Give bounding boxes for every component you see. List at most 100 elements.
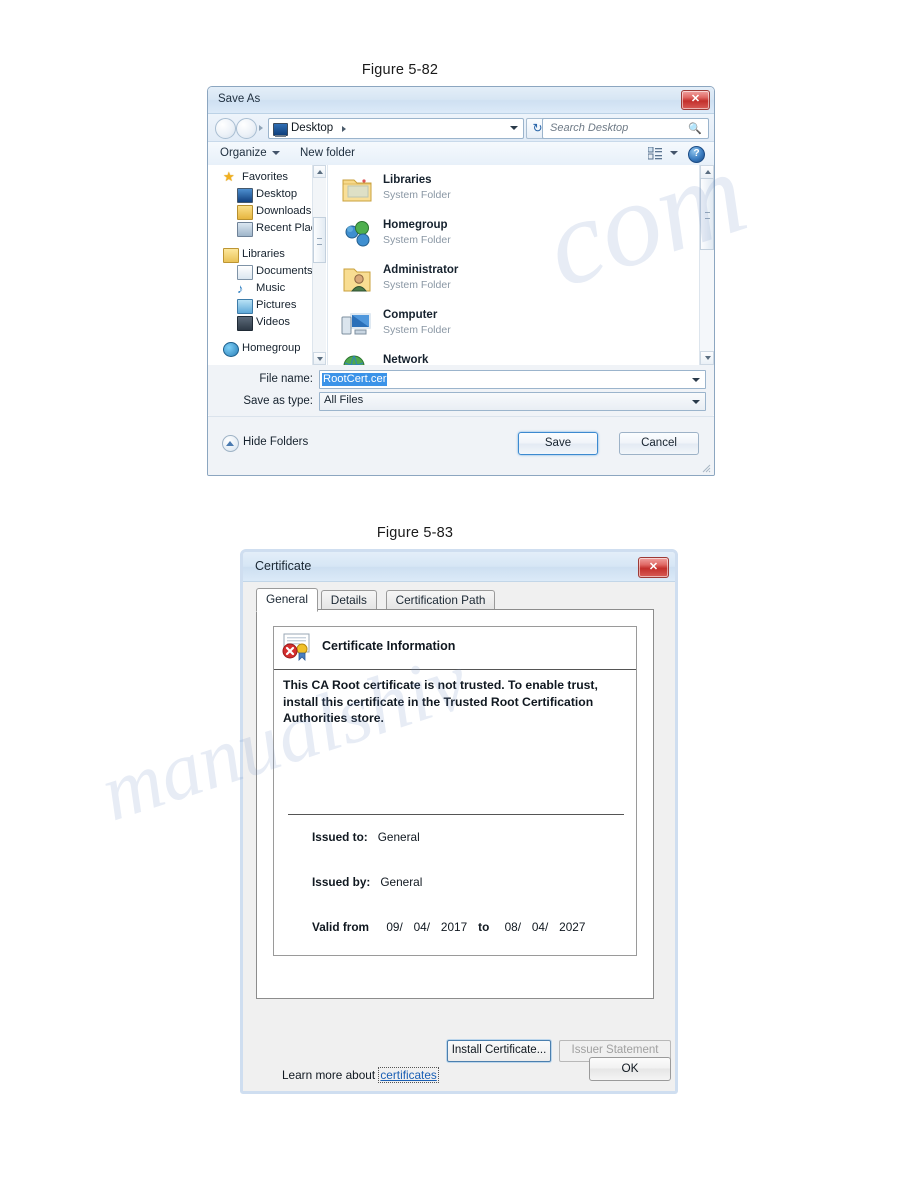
scrollbar-thumb[interactable] bbox=[700, 178, 714, 250]
scrollbar-thumb[interactable] bbox=[313, 217, 326, 263]
breadcrumb-arrow-icon[interactable] bbox=[342, 126, 346, 132]
desktop-icon bbox=[273, 123, 288, 137]
address-chevron-down-icon[interactable] bbox=[510, 126, 518, 130]
file-list: Libraries System Folder Homegroup System Fo… bbox=[328, 168, 714, 365]
forward-button[interactable] bbox=[236, 118, 257, 139]
sidebar-item-desktop[interactable]: Desktop bbox=[208, 186, 326, 203]
tab-label: Details bbox=[330, 593, 367, 607]
sidebar-item-documents[interactable]: Documents bbox=[208, 263, 326, 280]
issued-by-value: General bbox=[380, 875, 423, 889]
divider bbox=[288, 814, 624, 815]
file-list-item[interactable]: Computer System Folder bbox=[328, 303, 714, 348]
ok-button[interactable]: OK bbox=[589, 1057, 671, 1081]
certificate-tabs: General Details Certification Path bbox=[256, 588, 662, 612]
library-folder-icon bbox=[223, 248, 239, 263]
save-button[interactable]: Save bbox=[518, 432, 598, 455]
tab-label: Certification Path bbox=[395, 593, 486, 607]
file-list-scrollbar[interactable] bbox=[699, 165, 714, 365]
sidebar-item-label: Favorites bbox=[242, 171, 289, 183]
valid-from-label: Valid from bbox=[312, 920, 370, 934]
validity-period-field: Valid from 09/ 04/ 2017 to 08/ 04/ 2027 bbox=[312, 920, 593, 934]
sidebar-item-label: Downloads bbox=[256, 205, 312, 217]
scroll-up-arrow-icon[interactable] bbox=[700, 165, 714, 179]
organize-button[interactable]: Organize bbox=[220, 147, 280, 159]
sidebar-item-videos[interactable]: Videos bbox=[208, 314, 326, 331]
save-as-type-label: Save as type: bbox=[243, 395, 313, 407]
file-name-chevron-down-icon[interactable] bbox=[692, 378, 700, 382]
save-as-type-select[interactable]: All Files bbox=[319, 392, 706, 411]
save-as-dialog: Save As ✕ Desktop ↻ Search Desktop 🔍 Org… bbox=[207, 86, 715, 476]
scroll-down-arrow-icon[interactable] bbox=[313, 352, 326, 365]
valid-from-month: 09/ bbox=[386, 920, 403, 934]
close-icon[interactable]: ✕ bbox=[681, 90, 710, 110]
file-item-name: Administrator bbox=[383, 264, 459, 276]
issued-to-value: General bbox=[377, 830, 420, 844]
scroll-down-arrow-icon[interactable] bbox=[700, 351, 714, 365]
sidebar-item-pictures[interactable]: Pictures bbox=[208, 297, 326, 314]
sidebar-item-favorites[interactable]: ★ Favorites bbox=[208, 169, 326, 186]
tab-label: General bbox=[266, 592, 308, 606]
save-as-type-value: All Files bbox=[324, 394, 364, 406]
file-list-item[interactable]: Libraries System Folder bbox=[328, 168, 714, 213]
library-folder-icon bbox=[341, 174, 373, 204]
recent-places-icon bbox=[237, 222, 253, 237]
save-as-titlebar: Save As ✕ bbox=[208, 87, 714, 114]
file-list-item[interactable]: Network bbox=[328, 348, 714, 365]
user-folder-icon bbox=[341, 264, 373, 294]
sidebar-item-recent-places[interactable]: Recent Places bbox=[208, 220, 326, 237]
help-icon[interactable]: ? bbox=[688, 146, 705, 163]
certificate-titlebar: Certificate ✕ bbox=[243, 552, 675, 582]
cancel-button[interactable]: Cancel bbox=[619, 432, 699, 455]
install-certificate-button[interactable]: Install Certificate... bbox=[447, 1040, 551, 1062]
sidebar-item-label: Libraries bbox=[242, 248, 285, 260]
file-name-label: File name: bbox=[259, 373, 313, 385]
figure-5-82-caption: Figure 5-82 bbox=[361, 62, 439, 78]
file-name-value: RootCert.cer bbox=[322, 373, 388, 386]
file-list-item[interactable]: Administrator System Folder bbox=[328, 258, 714, 303]
scroll-up-arrow-icon[interactable] bbox=[313, 165, 326, 178]
save-as-form: File name: RootCert.cer Save as type: Al… bbox=[208, 365, 714, 415]
issued-by-field: Issued by: General bbox=[312, 875, 422, 889]
picture-icon bbox=[237, 299, 253, 314]
sidebar-item-label: Documents bbox=[256, 265, 313, 277]
valid-to-day: 04/ bbox=[531, 920, 549, 934]
tab-certification-path[interactable]: Certification Path bbox=[385, 590, 496, 610]
file-name-input[interactable]: RootCert.cer bbox=[319, 370, 706, 389]
file-item-name: Computer bbox=[383, 309, 438, 321]
homegroup-icon bbox=[341, 219, 373, 249]
tab-details[interactable]: Details bbox=[320, 590, 377, 610]
sidebar-item-label: Homegroup bbox=[242, 342, 301, 354]
address-current-location: Desktop bbox=[291, 122, 334, 134]
learn-more-row: Learn more about certificates bbox=[282, 1067, 439, 1083]
file-item-name: Homegroup bbox=[383, 219, 448, 231]
save-as-title: Save As bbox=[218, 93, 261, 105]
certificate-title: Certificate bbox=[255, 559, 312, 573]
address-bar[interactable]: Desktop bbox=[268, 118, 524, 139]
file-item-type: System Folder bbox=[383, 234, 451, 246]
valid-from-year: 2017 bbox=[440, 920, 468, 934]
homegroup-icon bbox=[223, 342, 239, 357]
recent-locations-chevron-icon[interactable] bbox=[259, 125, 263, 131]
hide-folders-icon[interactable] bbox=[222, 435, 239, 452]
back-button[interactable] bbox=[215, 118, 236, 139]
issued-to-label: Issued to: bbox=[312, 830, 368, 844]
computer-icon bbox=[341, 309, 373, 339]
resize-grip-icon[interactable] bbox=[701, 463, 711, 473]
file-item-type: System Folder bbox=[383, 324, 451, 336]
file-list-item[interactable]: Homegroup System Folder bbox=[328, 213, 714, 258]
view-chevron-down-icon[interactable] bbox=[670, 151, 678, 155]
sidebar-item-libraries[interactable]: Libraries bbox=[208, 246, 326, 263]
save-as-type-chevron-down-icon[interactable] bbox=[692, 400, 700, 404]
sidebar-item-homegroup[interactable]: Homegroup bbox=[208, 340, 326, 357]
navigation-pane-scrollbar[interactable] bbox=[312, 165, 326, 365]
change-view-icon[interactable] bbox=[648, 147, 662, 160]
close-icon[interactable]: ✕ bbox=[638, 557, 669, 578]
hide-folders-button[interactable]: Hide Folders bbox=[243, 436, 308, 448]
sidebar-item-downloads[interactable]: Downloads bbox=[208, 203, 326, 220]
certificates-link[interactable]: certificates bbox=[378, 1067, 439, 1083]
tab-general[interactable]: General bbox=[256, 588, 318, 612]
sidebar-item-music[interactable]: ♪ Music bbox=[208, 280, 326, 297]
new-folder-button[interactable]: New folder bbox=[300, 147, 355, 159]
search-input[interactable]: Search Desktop 🔍 bbox=[542, 118, 709, 139]
learn-more-prefix: Learn more about bbox=[282, 1068, 379, 1082]
